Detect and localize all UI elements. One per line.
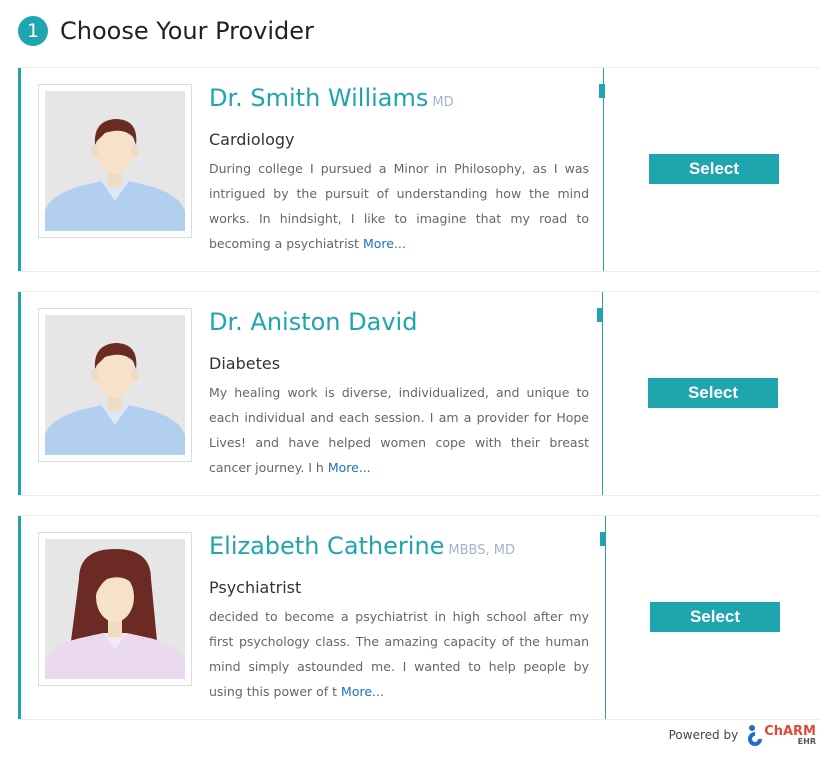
select-provider-button[interactable]: Select (649, 154, 779, 184)
card-accent-bar (18, 516, 21, 719)
provider-card: Dr. Aniston David Diabetes My healing wo… (18, 291, 820, 496)
provider-specialty: Cardiology (209, 130, 295, 149)
powered-by-footer: Powered by ChARM EHR (669, 724, 816, 746)
card-divider (603, 68, 604, 271)
provider-credentials: MBBS, MD (448, 543, 515, 558)
step-number-badge: 1 (18, 16, 48, 46)
provider-card: Elizabeth Catherine MBBS, MD Psychiatrist… (18, 515, 820, 720)
card-divider-marker (600, 532, 606, 546)
male-avatar-icon (45, 91, 185, 231)
brand-sub: EHR (797, 736, 816, 746)
provider-name: Dr. Smith Williams (209, 84, 429, 112)
provider-card: Dr. Smith Williams MD Cardiology During c… (18, 67, 820, 272)
more-link[interactable]: More... (341, 684, 384, 699)
select-provider-button[interactable]: Select (650, 602, 780, 632)
provider-photo (38, 84, 192, 238)
male-avatar-icon (45, 315, 185, 455)
powered-by-label: Powered by (668, 728, 739, 742)
card-accent-bar (18, 68, 21, 271)
provider-bio: My healing work is diverse, individualiz… (209, 385, 589, 475)
card-divider (605, 516, 606, 719)
brand-name: ChARM (764, 723, 816, 739)
provider-specialty: Psychiatrist (209, 578, 302, 597)
provider-credentials: MD (432, 95, 454, 110)
provider-name: Elizabeth Catherine (209, 532, 445, 560)
female-avatar-icon (45, 539, 185, 679)
provider-photo (38, 532, 192, 686)
provider-name: Dr. Aniston David (209, 308, 418, 336)
provider-bio: During college I pursued a Minor in Phil… (209, 161, 589, 251)
more-link[interactable]: More... (363, 236, 406, 251)
provider-bio: decided to become a psychiatrist in high… (209, 609, 589, 699)
provider-specialty: Diabetes (209, 354, 281, 373)
charm-logo-icon (748, 725, 763, 746)
card-divider-marker (597, 308, 603, 322)
section-header: 1 Choose Your Provider (18, 14, 314, 48)
page-title: Choose Your Provider (60, 17, 314, 45)
charm-ehr-logo[interactable]: ChARM EHR (746, 724, 816, 746)
select-provider-button[interactable]: Select (648, 378, 778, 408)
card-divider-marker (599, 84, 605, 98)
card-accent-bar (18, 292, 21, 495)
provider-photo (38, 308, 192, 462)
card-divider (602, 292, 603, 495)
more-link[interactable]: More... (328, 460, 371, 475)
